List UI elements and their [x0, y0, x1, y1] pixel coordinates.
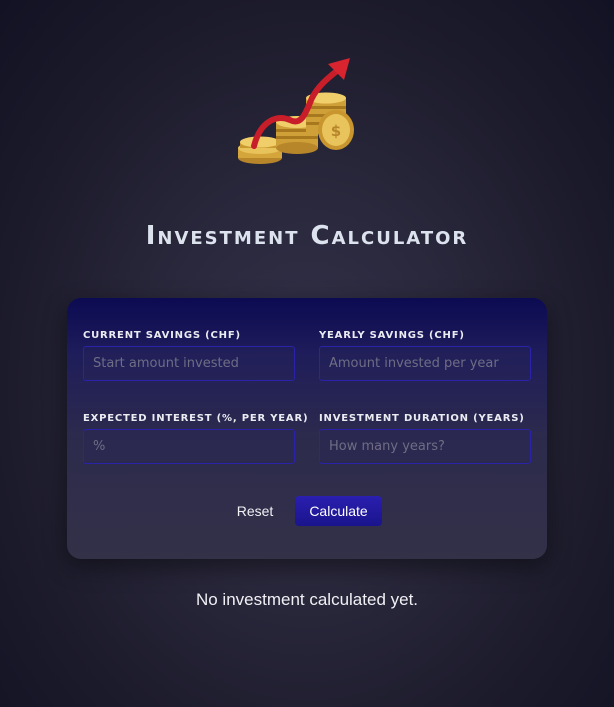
current-savings-field: Current Savings (CHF)	[83, 330, 295, 381]
calculator-form-card: Current Savings (CHF) Yearly Savings (CH…	[67, 298, 547, 559]
form-actions: Reset Calculate	[67, 496, 547, 526]
yearly-savings-label: Yearly Savings (CHF)	[319, 330, 465, 341]
expected-interest-field: Expected Interest (%, per year)	[83, 413, 309, 464]
current-savings-input[interactable]	[83, 346, 295, 381]
calculate-button[interactable]: Calculate	[295, 496, 382, 526]
investment-logo-icon: $	[232, 52, 362, 172]
investment-duration-field: Investment Duration (years)	[319, 413, 531, 464]
svg-text:$: $	[331, 122, 341, 140]
reset-button[interactable]: Reset	[227, 496, 283, 526]
expected-interest-input[interactable]	[83, 429, 295, 464]
investment-duration-label: Investment Duration (years)	[319, 413, 525, 424]
expected-interest-label: Expected Interest (%, per year)	[83, 413, 309, 424]
page-title: Investment Calculator	[145, 221, 469, 251]
current-savings-label: Current Savings (CHF)	[83, 330, 241, 341]
yearly-savings-field: Yearly Savings (CHF)	[319, 330, 531, 381]
result-message: No investment calculated yet.	[195, 590, 419, 609]
yearly-savings-input[interactable]	[319, 346, 531, 381]
investment-duration-input[interactable]	[319, 429, 531, 464]
